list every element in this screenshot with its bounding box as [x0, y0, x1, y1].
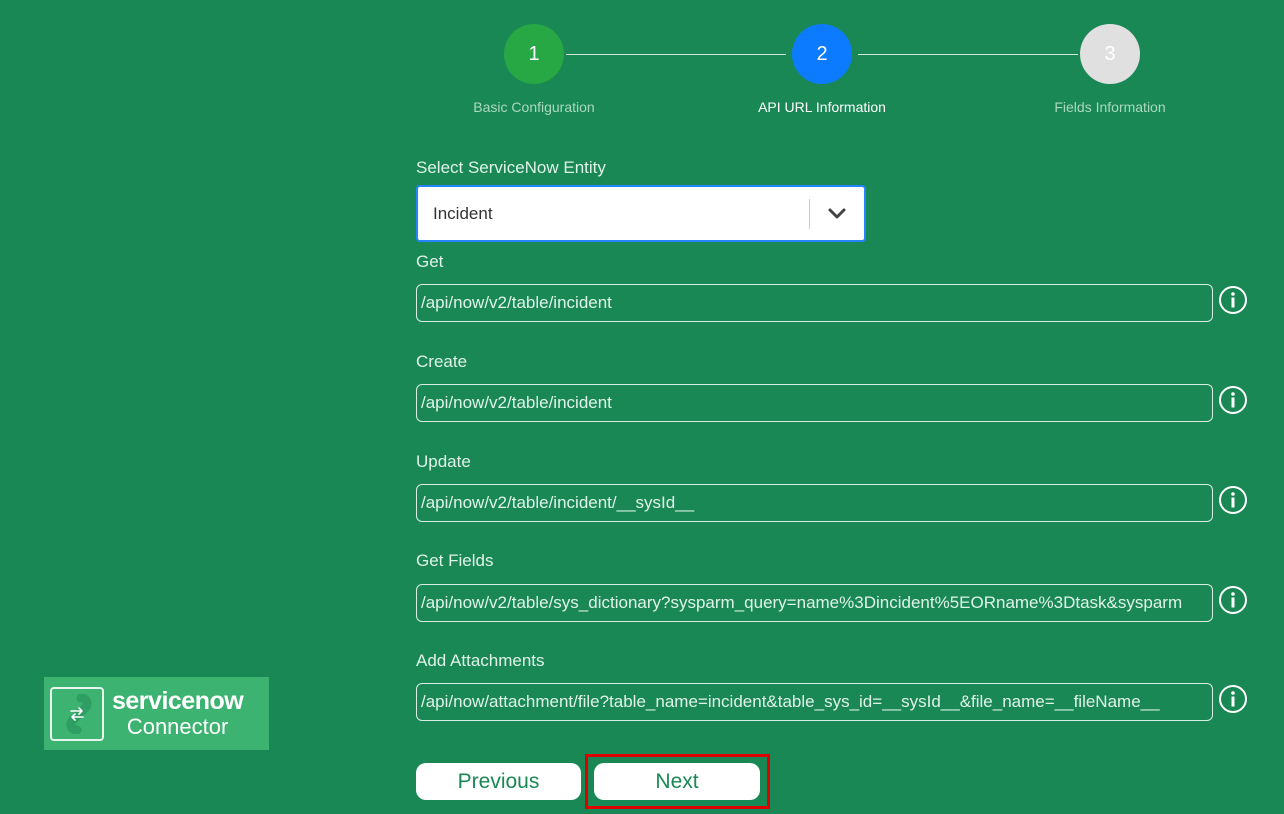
entity-select[interactable]: Incident [416, 185, 866, 242]
get-url-input[interactable]: /api/now/v2/table/incident [416, 284, 1213, 322]
get-fields-url-label: Get Fields [416, 551, 494, 570]
entity-select-value: Incident [433, 203, 493, 223]
create-url-input[interactable]: /api/now/v2/table/incident [416, 384, 1213, 422]
step-2-label: API URL Information [758, 99, 886, 115]
entity-select-label: Select ServiceNow Entity [416, 158, 606, 177]
chevron-down-icon[interactable] [810, 207, 864, 221]
logo-text: servicenow Connector [112, 687, 244, 739]
step-1-circle: 1 [504, 24, 564, 84]
step-fields-information[interactable]: 3 Fields Information [1020, 24, 1200, 115]
update-url-label: Update [416, 452, 471, 471]
info-icon[interactable] [1218, 684, 1248, 714]
info-icon[interactable] [1218, 385, 1248, 415]
step-1-number: 1 [528, 42, 540, 65]
info-icon[interactable] [1218, 285, 1248, 315]
step-2-number: 2 [816, 42, 828, 65]
page: 1 Basic Configuration 2 API URL Informat… [0, 0, 1284, 814]
step-api-url-information[interactable]: 2 API URL Information [732, 24, 912, 115]
next-button-highlight [585, 754, 770, 809]
get-fields-url-input[interactable]: /api/now/v2/table/sys_dictionary?sysparm… [416, 584, 1213, 622]
previous-button[interactable]: Previous [416, 763, 581, 800]
info-icon[interactable] [1218, 485, 1248, 515]
get-url-label: Get [416, 252, 444, 271]
step-3-label: Fields Information [1054, 99, 1166, 115]
add-attachments-url-input[interactable]: /api/now/attachment/file?table_name=inci… [416, 683, 1213, 721]
connector-logo-icon [50, 686, 104, 741]
create-url-label: Create [416, 352, 468, 371]
logo-brand-text: servicenow [112, 687, 244, 715]
update-url-input[interactable]: /api/now/v2/table/incident/__sysId__ [416, 484, 1213, 522]
info-icon[interactable] [1218, 585, 1248, 615]
step-3-number: 3 [1104, 42, 1116, 65]
step-basic-configuration[interactable]: 1 Basic Configuration [444, 24, 624, 115]
servicenow-connector-logo: servicenow Connector [44, 677, 269, 750]
logo-sub-text: Connector [126, 714, 229, 739]
add-attachments-url-label: Add Attachments [416, 651, 545, 670]
step-2-circle: 2 [792, 24, 852, 84]
step-1-label: Basic Configuration [473, 99, 595, 115]
step-3-circle: 3 [1080, 24, 1140, 84]
